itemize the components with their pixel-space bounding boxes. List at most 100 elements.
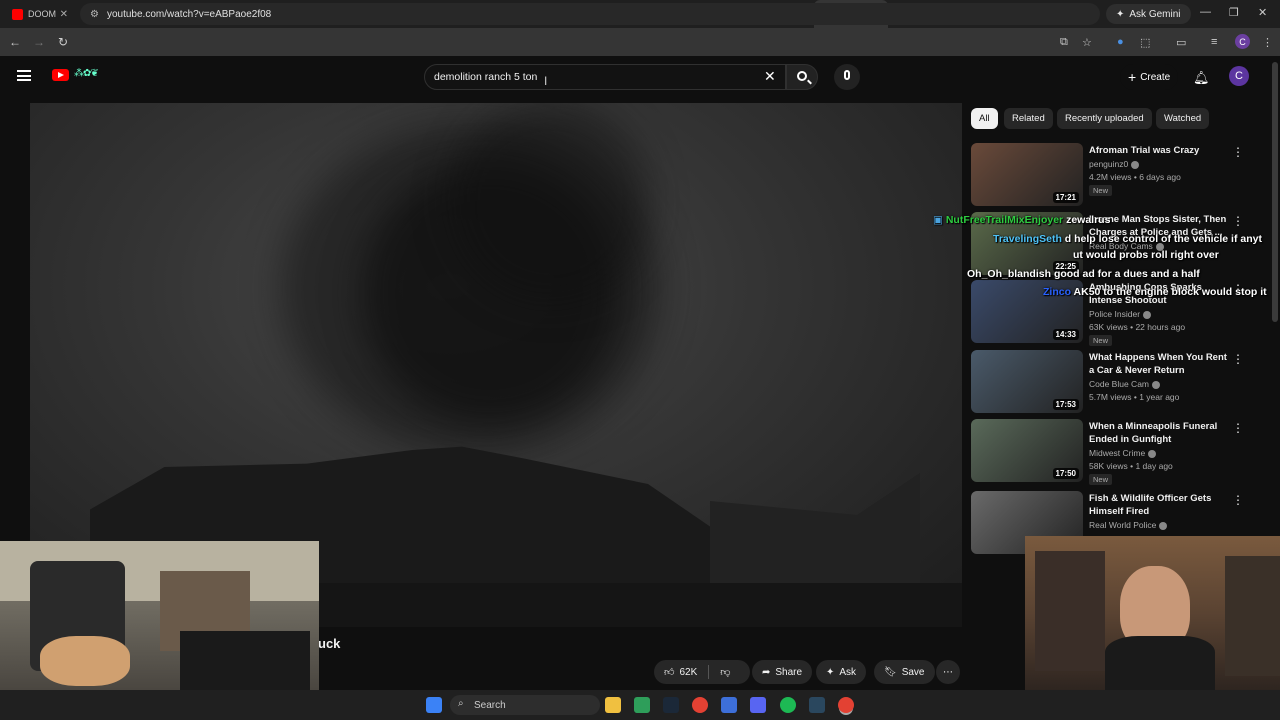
youtube-doodle-icon[interactable]: ⁂✿❦ bbox=[74, 68, 99, 79]
ask-gemini-label: Ask Gemini bbox=[1129, 8, 1181, 20]
bookmark-star-icon[interactable]: ☆ bbox=[1082, 36, 1092, 49]
page-scrollbar[interactable] bbox=[1272, 62, 1278, 322]
channel-name-text: Code Blue Cam bbox=[1089, 379, 1150, 389]
tab-close-icon[interactable]: ✕ bbox=[60, 9, 68, 20]
share-icon: ➦ bbox=[762, 666, 771, 678]
youtube-logo[interactable] bbox=[52, 69, 69, 81]
more-horizontal-icon: ⋯ bbox=[943, 666, 953, 678]
minimize-icon[interactable]: — bbox=[1200, 6, 1211, 18]
chrome-active-icon[interactable] bbox=[838, 697, 854, 713]
chat-message: Oh_Oh_blandish good ad for a dues and a … bbox=[967, 268, 1200, 280]
video-duration: 14:33 bbox=[1052, 329, 1079, 340]
chat-message: Zinco AK50 to the engine block would sto… bbox=[1043, 286, 1267, 298]
channel-name[interactable]: Real World Police bbox=[1089, 520, 1168, 530]
video-options-icon[interactable]: ⋮ bbox=[1232, 493, 1244, 507]
chip-related[interactable]: Related bbox=[1004, 108, 1053, 129]
video-options-icon[interactable]: ⋮ bbox=[1232, 421, 1244, 435]
voice-search-button[interactable] bbox=[834, 64, 860, 90]
video-meta: 5.7M views • 1 year ago bbox=[1089, 392, 1180, 402]
media-controls-icon[interactable]: ≡ bbox=[1211, 36, 1217, 48]
create-button[interactable]: + Create bbox=[1120, 64, 1179, 90]
youtube-header: ⁂✿❦ demolition ranch 5 ton ✕ + Create 🔔︎… bbox=[0, 56, 1280, 98]
ask-gemini-button[interactable]: ✦ Ask Gemini bbox=[1106, 4, 1191, 24]
video-title[interactable]: When a Minneapolis Funeral Ended in Gunf… bbox=[1089, 420, 1229, 446]
forward-icon[interactable]: → bbox=[27, 35, 51, 49]
install-icon[interactable]: ⧉ bbox=[1060, 36, 1068, 49]
reload-icon[interactable]: ↻ bbox=[51, 35, 75, 49]
video-title[interactable]: What Happens When You Rent a Car & Never… bbox=[1089, 351, 1229, 377]
ask-button[interactable]: ✦ Ask bbox=[816, 660, 867, 684]
like-icon[interactable]: 👍︎ bbox=[664, 666, 674, 678]
taskbar-search[interactable]: ⌕ Search bbox=[450, 695, 600, 715]
video-thumbnail[interactable]: 17:50 bbox=[971, 419, 1083, 482]
video-title[interactable]: Afroman Trial was Crazy bbox=[1089, 144, 1229, 157]
clear-search-icon[interactable]: ✕ bbox=[764, 68, 776, 85]
video-options-icon[interactable]: ⋮ bbox=[1232, 214, 1244, 228]
chip-recently-uploaded[interactable]: Recently uploaded bbox=[1057, 108, 1152, 129]
channel-name[interactable]: Code Blue Cam bbox=[1089, 379, 1161, 389]
video-duration: 17:21 bbox=[1052, 192, 1079, 203]
channel-name[interactable]: Police Insider bbox=[1089, 309, 1152, 319]
sparkle-icon: ✦ bbox=[826, 666, 835, 678]
steam-icon[interactable] bbox=[663, 697, 679, 713]
site-info-icon[interactable]: ⚙ bbox=[90, 9, 99, 20]
browser-tab[interactable]: DOOM ✕ bbox=[0, 0, 74, 28]
chip-watched[interactable]: Watched bbox=[1156, 108, 1210, 129]
search-button[interactable] bbox=[786, 64, 818, 90]
save-button[interactable]: 🔖︎ Save bbox=[874, 660, 935, 684]
recommended-video[interactable]: 17:50 When a Minneapolis Funeral Ended in… bbox=[971, 419, 1251, 485]
chrome-menu-icon[interactable]: ⋮ bbox=[1262, 36, 1273, 49]
like-dislike-group: 👍︎ 62K 👎︎ bbox=[654, 660, 750, 684]
search-icon bbox=[797, 71, 807, 81]
close-window-icon[interactable]: ✕ bbox=[1258, 6, 1267, 19]
recommended-video[interactable]: 17:53 What Happens When You Rent a Car & … bbox=[971, 350, 1251, 414]
verified-check-icon bbox=[1159, 521, 1168, 530]
app-icon-blue[interactable] bbox=[721, 697, 737, 713]
taskbar-search-label: Search bbox=[474, 699, 506, 711]
account-avatar[interactable]: C bbox=[1229, 66, 1249, 86]
discord-icon[interactable] bbox=[750, 697, 766, 713]
chip-all[interactable]: All bbox=[971, 108, 998, 129]
side-panel-icon[interactable]: ▭ bbox=[1176, 36, 1186, 49]
search-box[interactable]: demolition ranch 5 ton bbox=[424, 64, 786, 90]
more-actions-button[interactable]: ⋯ bbox=[936, 660, 960, 684]
video-thumbnail[interactable]: 17:53 bbox=[971, 350, 1083, 413]
extensions-puzzle-icon[interactable]: ⬚ bbox=[1140, 36, 1150, 49]
verified-check-icon bbox=[1152, 380, 1161, 389]
share-button[interactable]: ➦ Share bbox=[752, 660, 813, 684]
spotify-icon[interactable] bbox=[780, 697, 796, 713]
video-options-icon[interactable]: ⋮ bbox=[1232, 352, 1244, 366]
back-icon[interactable]: ← bbox=[3, 35, 27, 49]
channel-name[interactable]: Midwest Crime bbox=[1089, 448, 1157, 458]
chrome-icon[interactable] bbox=[692, 697, 708, 713]
windows-start-icon[interactable] bbox=[426, 697, 442, 713]
verified-check-icon bbox=[1148, 449, 1157, 458]
dislike-icon[interactable]: 👎︎ bbox=[720, 666, 730, 678]
chat-message: ▣ NutFreeTrailMixEnjoyer zewalrus bbox=[933, 214, 1110, 226]
channel-name-text: Real World Police bbox=[1089, 520, 1157, 530]
recommended-video[interactable]: 17:21 Afroman Trial was Crazy penguinz0 4.2… bbox=[971, 143, 1251, 207]
video-options-icon[interactable]: ⋮ bbox=[1232, 145, 1244, 159]
video-title[interactable]: Fish & Wildlife Officer Gets Himself Fir… bbox=[1089, 492, 1229, 518]
channel-name[interactable]: penguinz0 bbox=[1089, 159, 1140, 169]
like-count[interactable]: 62K bbox=[679, 667, 697, 678]
video-meta: 63K views • 22 hours ago bbox=[1089, 322, 1186, 332]
file-explorer-icon[interactable] bbox=[605, 697, 621, 713]
steam-app-icon[interactable] bbox=[809, 697, 825, 713]
chat-username: NutFreeTrailMixEnjoyer bbox=[945, 214, 1064, 226]
gemini-icon: ✦ bbox=[1116, 8, 1125, 20]
app-icon-green[interactable] bbox=[634, 697, 650, 713]
extension-icon[interactable]: ● bbox=[1117, 36, 1124, 48]
maximize-icon[interactable]: ❐ bbox=[1229, 6, 1239, 19]
search-input[interactable]: demolition ranch 5 ton bbox=[434, 71, 537, 83]
share-label: Share bbox=[775, 666, 803, 678]
chat-username: TravelingSeth bbox=[993, 233, 1062, 245]
notifications-bell-icon[interactable]: 🔔︎ bbox=[1193, 70, 1210, 86]
hamburger-menu-icon[interactable] bbox=[17, 70, 31, 81]
video-thumbnail[interactable]: 17:21 bbox=[971, 143, 1083, 206]
chrome-profile-avatar[interactable]: C bbox=[1235, 34, 1250, 49]
omnibox[interactable]: ⚙ youtube.com/watch?v=eABPaoe2f08 bbox=[80, 3, 1100, 25]
video-meta: 4.2M views • 6 days ago bbox=[1089, 172, 1181, 182]
verified-check-icon bbox=[1143, 310, 1152, 319]
chat-username: Zinco bbox=[1043, 286, 1071, 298]
